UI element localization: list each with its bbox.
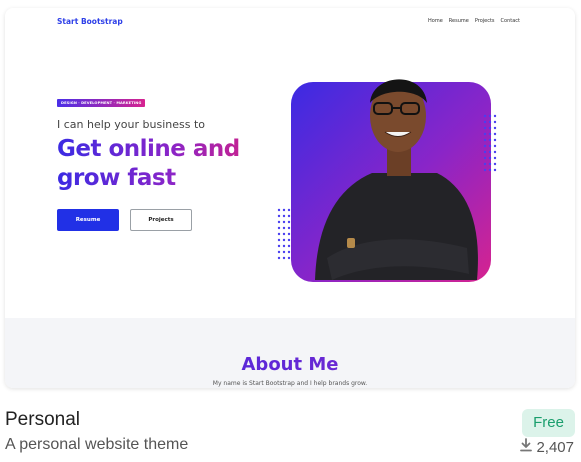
preview-nav-projects: Projects [474, 18, 495, 24]
preview-navbar: Start Bootstrap Home Resume Projects Con… [5, 8, 575, 36]
download-icon [520, 438, 533, 456]
preview-nav-home: Home [428, 18, 443, 24]
theme-description: A personal website theme [5, 436, 189, 453]
preview-headline: Get online and grow fast [57, 135, 247, 193]
preview-nav-contact: Contact [500, 18, 520, 24]
preview-tagline-badge: DESIGN · DEVELOPMENT · MARKETING [57, 99, 146, 107]
preview-nav-resume: Resume [448, 18, 469, 24]
preview-about-section: About Me My name is Start Bootstrap and … [5, 318, 575, 388]
theme-title[interactable]: Personal [5, 409, 80, 431]
preview-about-text: My name is Start Bootstrap and I help br… [212, 380, 368, 387]
decorative-dots-right [483, 114, 497, 172]
preview-projects-button: Projects [130, 209, 192, 231]
preview-brand: Start Bootstrap [57, 17, 123, 26]
preview-nav-links: Home Resume Projects Contact [428, 18, 520, 24]
decorative-dots-left [277, 208, 291, 260]
price-badge: Free [522, 409, 575, 437]
download-count: 2,407 [520, 438, 574, 456]
preview-lead-text: I can help your business to [57, 118, 205, 131]
theme-preview-card[interactable]: Start Bootstrap Home Resume Projects Con… [5, 8, 575, 388]
preview-profile-photo [277, 48, 507, 298]
download-count-value: 2,407 [536, 438, 574, 456]
preview-resume-button: Resume [57, 209, 119, 231]
preview-about-title: About Me [5, 354, 575, 375]
